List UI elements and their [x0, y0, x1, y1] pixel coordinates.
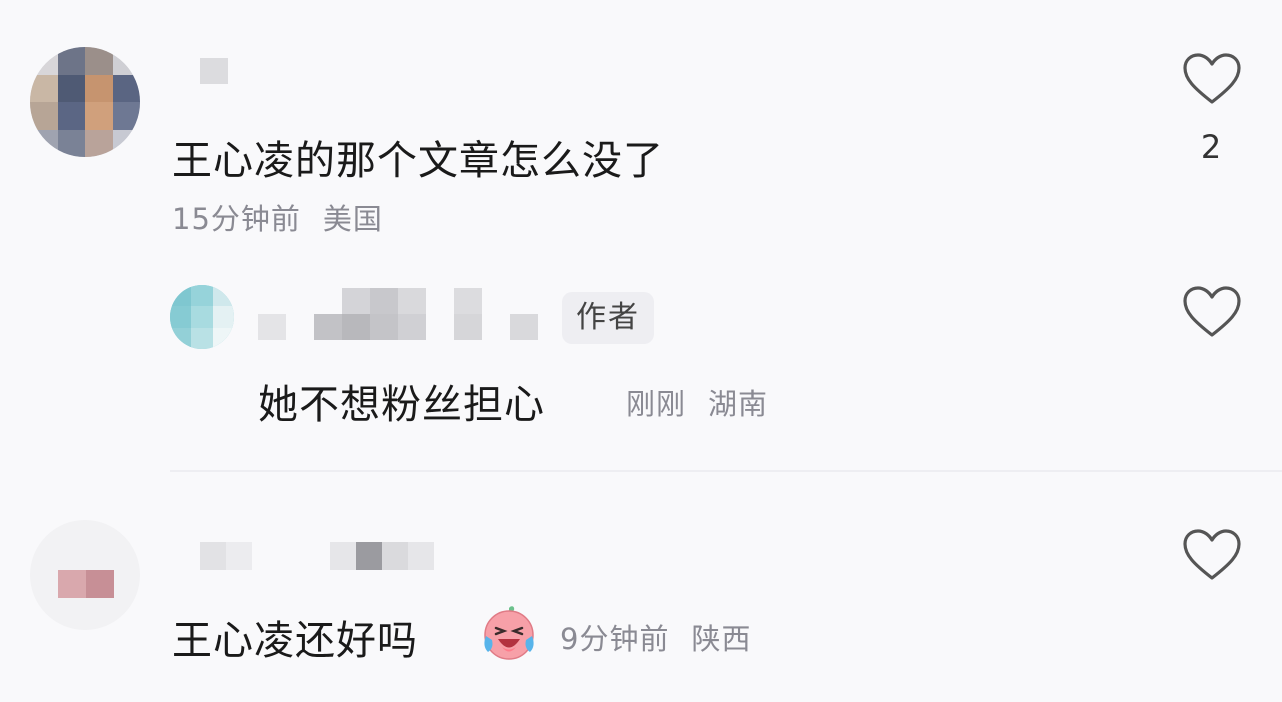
- heart-icon: [1183, 286, 1241, 337]
- heart-icon: [1183, 53, 1241, 104]
- pixelated-avatar: [30, 47, 140, 157]
- pixelated-avatar: [170, 285, 234, 349]
- reply-location: 湖南: [708, 387, 769, 421]
- comment-list: 王心凌的那个文章怎么没了 15分钟前美国 2 作者 她不想粉丝担心 刚刚湖南: [0, 0, 1282, 702]
- reply-text: 她不想粉丝担心: [258, 382, 545, 428]
- heart-icon: [1183, 529, 1241, 580]
- reply-time: 刚刚: [626, 387, 687, 421]
- like-count: 2: [1200, 128, 1222, 166]
- avatar[interactable]: [170, 285, 234, 349]
- crying-laughing-face-icon: [484, 606, 534, 660]
- avatar[interactable]: [30, 47, 140, 157]
- divider: [170, 470, 1282, 472]
- username-redacted[interactable]: [200, 58, 228, 84]
- avatar[interactable]: [30, 520, 140, 630]
- comment-meta: 9分钟前 陕西: [560, 616, 751, 658]
- comment-location: 陕西: [691, 622, 752, 656]
- comment-text: 王心凌还好吗: [172, 618, 418, 664]
- author-badge: 作者: [562, 292, 654, 344]
- comment-meta: 15分钟前 美国: [172, 196, 383, 238]
- comment-time: 15分钟前: [172, 202, 301, 236]
- like-button[interactable]: [1182, 285, 1242, 339]
- like-button[interactable]: [1182, 528, 1242, 582]
- comment-text: 王心凌的那个文章怎么没了: [172, 138, 664, 184]
- username-redacted[interactable]: [258, 288, 538, 340]
- username-redacted[interactable]: [200, 542, 460, 570]
- like-button[interactable]: [1182, 52, 1242, 106]
- reply-meta: 刚刚 湖南: [626, 381, 768, 423]
- comment-location: 美国: [322, 202, 383, 236]
- comment-time: 9分钟前: [560, 622, 670, 656]
- pixelated-avatar: [58, 570, 114, 598]
